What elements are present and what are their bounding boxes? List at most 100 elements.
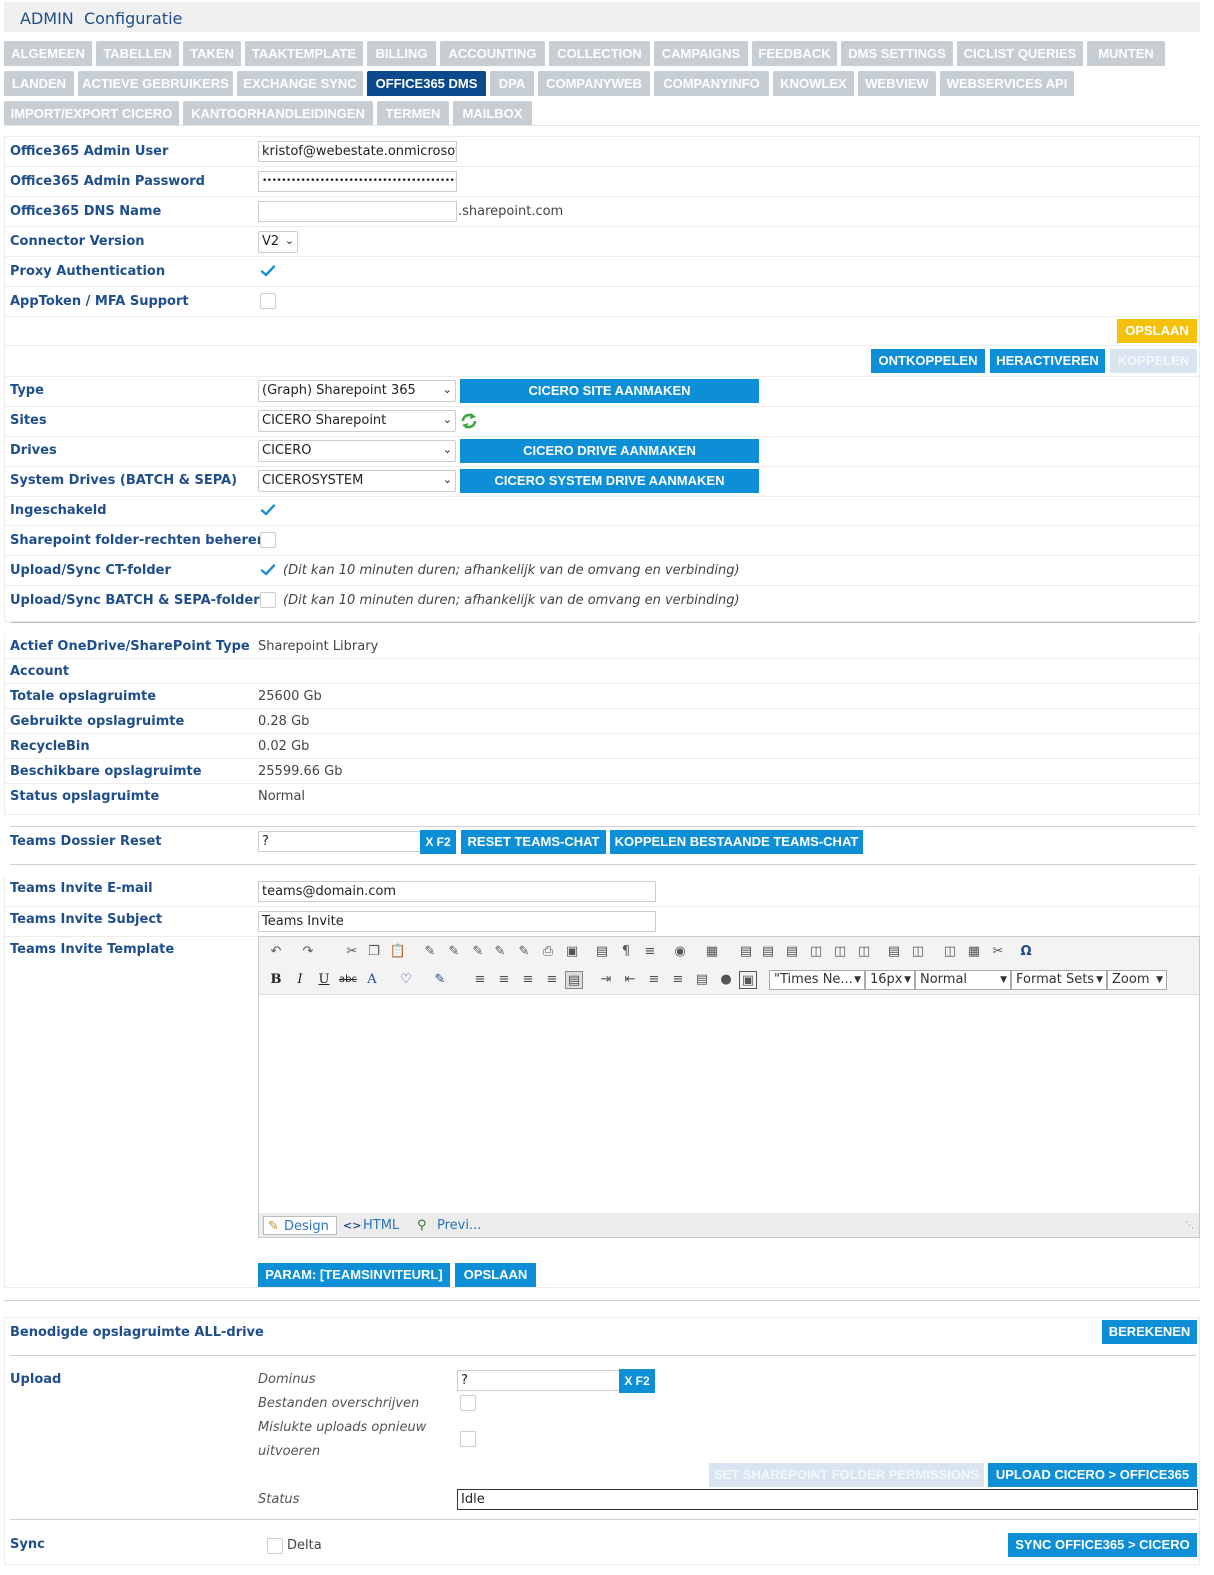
create-drive-button[interactable]: CICERO DRIVE AANMAKEN [460,439,759,463]
tab-collection[interactable]: COLLECTION [549,41,650,66]
format-sets-dropdown[interactable]: Format Sets ▼ [1011,970,1107,990]
invite-email-input[interactable]: teams@domain.com [258,881,656,902]
spellcheck-icon[interactable]: ◉ [671,943,689,961]
font-family-dropdown[interactable]: "Times Ne... ▼ [769,970,865,990]
tab-munten[interactable]: MUNTEN [1087,41,1165,66]
tab-feedback[interactable]: FEEDBACK [752,41,837,66]
insert-column-right-icon[interactable]: ◫ [831,943,849,961]
batch-folder-checkbox[interactable] [260,592,276,608]
strikethrough-icon[interactable]: abc [339,971,357,989]
save-settings-button[interactable]: OPSLAAN [1117,319,1197,343]
tab-tabellen[interactable]: TABELLEN [96,41,179,66]
insert-media-icon[interactable]: ▣ [739,971,757,989]
tab-taaktemplate[interactable]: TAAKTEMPLATE [245,41,363,66]
delete-row-icon[interactable]: ▤ [783,943,801,961]
tab-companyweb[interactable]: COMPANYWEB [538,71,650,96]
tab-kantoorhandleidingen[interactable]: KANTOORHANDLEIDINGEN [183,101,373,126]
retry-checkbox[interactable] [460,1431,476,1447]
heractiveren-button[interactable]: HERACTIVEREN [990,349,1105,373]
link-teams-chat-button[interactable]: KOPPELEN BESTAANDE TEAMS-CHAT [610,830,863,854]
insert-column-left-icon[interactable]: ◫ [807,943,825,961]
resize-handle-icon[interactable]: ⋱ [1185,1221,1195,1231]
paste-special-icon[interactable]: ▤ [593,943,611,961]
enabled-checkbox[interactable] [260,502,276,518]
paragraph-dropdown[interactable]: Normal ▼ [915,970,1011,990]
clean-word-icon[interactable]: ✎ [515,943,533,961]
font-color-icon[interactable]: A [363,971,381,989]
calculate-button[interactable]: BEREKENEN [1102,1320,1197,1344]
zoom-dropdown[interactable]: Zoom ▼ [1107,970,1167,990]
font-size-dropdown[interactable]: 16px ▼ [865,970,915,990]
insert-row-above-icon[interactable]: ▤ [737,943,755,961]
drives-select[interactable]: CICERO ⌄ [258,440,456,462]
overwrite-checkbox[interactable] [460,1395,476,1411]
outdent-icon[interactable]: ⇤ [621,971,639,989]
ct-folder-checkbox[interactable] [260,562,276,578]
tab-webview[interactable]: WEBVIEW [858,71,936,96]
format-painter-icon[interactable]: ✎ [431,971,449,989]
select-all-icon[interactable]: ▣ [563,943,581,961]
dns-name-input[interactable] [258,201,457,222]
tab-exchange-sync[interactable]: EXCHANGE SYNC [237,71,363,96]
justify-icon[interactable]: ≡ [641,943,659,961]
create-system-drive-button[interactable]: CICERO SYSTEM DRIVE AANMAKEN [460,469,759,493]
show-borders-icon[interactable]: ▤ [565,971,583,989]
copy-icon[interactable]: ❐ [365,943,383,961]
image-icon[interactable]: ▤ [693,971,711,989]
tab-accounting[interactable]: ACCOUNTING [440,41,545,66]
unordered-list-icon[interactable]: ≡ [669,971,687,989]
tab-taken[interactable]: TAKEN [183,41,241,66]
tab-import-export-cicero[interactable]: IMPORT/EXPORT CICERO [4,101,179,126]
design-tab[interactable]: ✎ Design [263,1216,337,1235]
editor-content-area[interactable] [259,995,1199,1213]
system-drives-select[interactable]: CICEROSYSTEM ⌄ [258,470,456,492]
proxy-auth-checkbox[interactable] [260,263,276,279]
admin-user-input[interactable]: kristof@webestate.onmicrosoft [258,141,457,162]
tab-termen[interactable]: TERMEN [377,101,449,126]
refresh-icon[interactable] [460,412,478,430]
ordered-list-icon[interactable]: ≡ [645,971,663,989]
bold-icon[interactable]: B [267,971,285,989]
koppelen-button[interactable]: KOPPELEN [1110,349,1197,373]
delta-checkbox[interactable] [267,1538,283,1554]
reset-teams-chat-button[interactable]: RESET TEAMS-CHAT [461,830,606,854]
invite-subject-input[interactable]: Teams Invite [258,911,656,932]
admin-password-input[interactable]: ••••••••••••••••••••••••••••••••••••••••… [258,171,457,192]
tab-knowlex[interactable]: KNOWLEX [773,71,854,96]
table-properties-icon[interactable]: ▦ [965,943,983,961]
undo-icon[interactable]: ↶ [267,943,285,961]
merge-cells-icon[interactable]: ▤ [885,943,903,961]
save-template-button[interactable]: OPSLAAN [455,1263,536,1287]
link-icon[interactable]: ● [717,971,735,989]
tab-companyinfo[interactable]: COMPANYINFO [654,71,769,96]
dominus-input[interactable]: ? [457,1370,621,1391]
connector-version-select[interactable]: V2 ⌄ [258,231,298,253]
sites-select[interactable]: CICERO Sharepoint ⌄ [258,410,456,432]
tab-dpa[interactable]: DPA [490,71,534,96]
split-cells-icon[interactable]: ◫ [909,943,927,961]
paste-text-icon[interactable]: ✎ [421,943,439,961]
tab-actieve-gebruikers[interactable]: ACTIEVE GEBRUIKERS [78,71,233,96]
param-teamsinviteurl-button[interactable]: PARAM: [TEAMSINVITEURL] [258,1263,450,1287]
delete-column-icon[interactable]: ◫ [855,943,873,961]
dominus-x-f2-button[interactable]: X F2 [619,1369,655,1393]
table-icon[interactable]: ▦ [703,943,721,961]
set-folder-permissions-button[interactable]: SET SHAREPOINT FOLDER PERMISSIONS [709,1463,984,1487]
teams-reset-x-f2-button[interactable]: X F2 [420,830,456,854]
redo-icon[interactable]: ↷ [299,943,317,961]
teams-reset-input[interactable]: ? [258,831,422,852]
tab-ciclist-queries[interactable]: CICLIST QUERIES [957,41,1083,66]
paragraph-icon[interactable]: ¶ [617,943,635,961]
align-left-icon[interactable]: ≡ [471,971,489,989]
tab-billing[interactable]: BILLING [367,41,436,66]
tab-campaigns[interactable]: CAMPAIGNS [654,41,748,66]
html-tab[interactable]: <> HTML [343,1216,399,1235]
delete-table-icon[interactable]: ✂ [989,943,1007,961]
folder-rights-checkbox[interactable] [260,532,276,548]
italic-icon[interactable]: I [291,971,309,989]
special-character-icon[interactable]: Ω [1017,943,1035,961]
tab-webservices-api[interactable]: WEBSERVICES API [940,71,1074,96]
align-center-icon[interactable]: ≡ [495,971,513,989]
tab-dms-settings[interactable]: DMS SETTINGS [841,41,953,66]
paste-icon[interactable]: 📋 [389,943,407,961]
